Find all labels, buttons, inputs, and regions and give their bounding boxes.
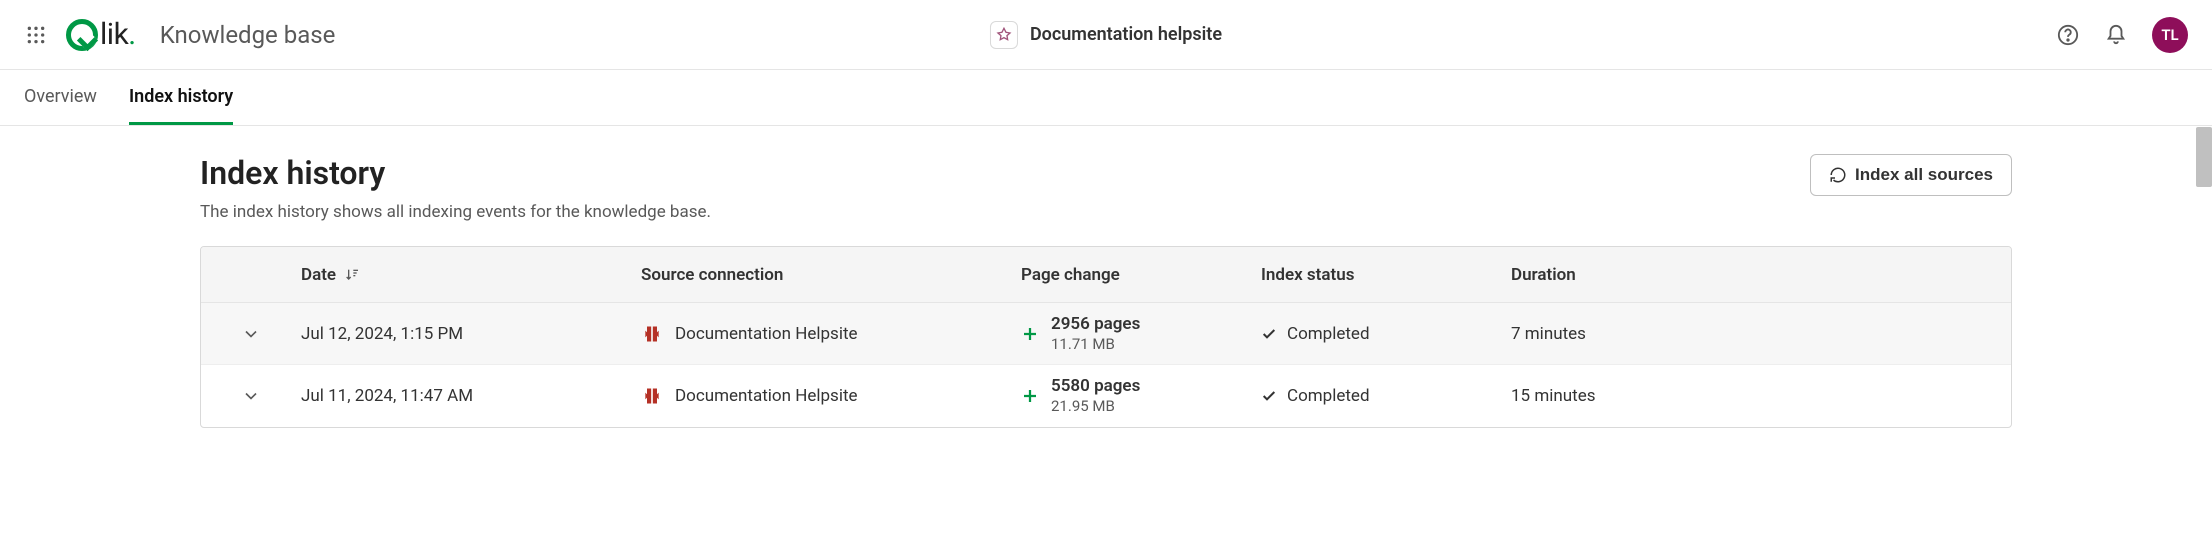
page-subtitle: The index history shows all indexing eve… — [200, 202, 711, 222]
col-duration[interactable]: Duration — [1511, 265, 2011, 285]
avatar[interactable]: TL — [2152, 17, 2188, 53]
index-history-table: Date Source connection Page change Index… — [200, 246, 2012, 428]
table-row: Jul 12, 2024, 1:15 PM Documentation Help… — [201, 303, 2011, 365]
topbar: lik. Knowledge base Documentation helpsi… — [0, 0, 2212, 70]
cell-status: Completed — [1261, 324, 1511, 344]
help-icon[interactable] — [2056, 23, 2080, 47]
main: Index history The index history shows al… — [0, 126, 2212, 428]
cell-date: Jul 11, 2024, 11:47 AM — [301, 386, 641, 406]
cell-page-change: 2956 pages 11.71 MB — [1021, 313, 1261, 355]
knowledge-base-icon — [990, 21, 1018, 49]
index-all-sources-button[interactable]: Index all sources — [1810, 154, 2012, 196]
bell-icon[interactable] — [2104, 23, 2128, 47]
sort-desc-icon — [344, 267, 360, 283]
col-status[interactable]: Index status — [1261, 265, 1511, 285]
col-page-change[interactable]: Page change — [1021, 265, 1261, 285]
table-row: Jul 11, 2024, 11:47 AM Documentation Hel… — [201, 365, 2011, 427]
refresh-icon — [1829, 166, 1847, 184]
check-icon — [1261, 388, 1277, 404]
plus-icon — [1021, 325, 1039, 343]
page-title: Index history — [200, 154, 711, 192]
plus-icon — [1021, 387, 1039, 405]
cell-status: Completed — [1261, 386, 1511, 406]
table-header: Date Source connection Page change Index… — [201, 247, 2011, 303]
index-button-label: Index all sources — [1855, 165, 1993, 185]
app-launcher-icon[interactable] — [24, 23, 48, 47]
chevron-down-icon[interactable] — [241, 324, 261, 344]
tab-index-history[interactable]: Index history — [129, 70, 233, 125]
col-date[interactable]: Date — [301, 265, 641, 285]
source-connector-icon — [641, 323, 663, 345]
cell-date: Jul 12, 2024, 1:15 PM — [301, 324, 641, 344]
check-icon — [1261, 326, 1277, 342]
tabs: Overview Index history — [0, 70, 2212, 126]
page-header: Index history The index history shows al… — [200, 154, 2012, 222]
logo-q-icon — [66, 19, 98, 51]
logo-text: lik. — [100, 17, 136, 52]
topbar-right: TL — [2056, 17, 2188, 53]
chevron-down-icon[interactable] — [241, 386, 261, 406]
context-label: Documentation helpsite — [1030, 24, 1222, 45]
cell-source: Documentation Helpsite — [641, 385, 1021, 407]
tab-overview[interactable]: Overview — [24, 70, 97, 125]
breadcrumb[interactable]: Knowledge base — [160, 21, 336, 49]
scrollbar[interactable] — [2196, 127, 2212, 187]
qlik-logo[interactable]: lik. — [66, 17, 136, 52]
context-pill[interactable]: Documentation helpsite — [990, 21, 1222, 49]
cell-source: Documentation Helpsite — [641, 323, 1021, 345]
source-connector-icon — [641, 385, 663, 407]
cell-duration: 15 minutes — [1511, 386, 2011, 406]
cell-duration: 7 minutes — [1511, 324, 2011, 344]
col-source[interactable]: Source connection — [641, 265, 1021, 285]
cell-page-change: 5580 pages 21.95 MB — [1021, 375, 1261, 417]
